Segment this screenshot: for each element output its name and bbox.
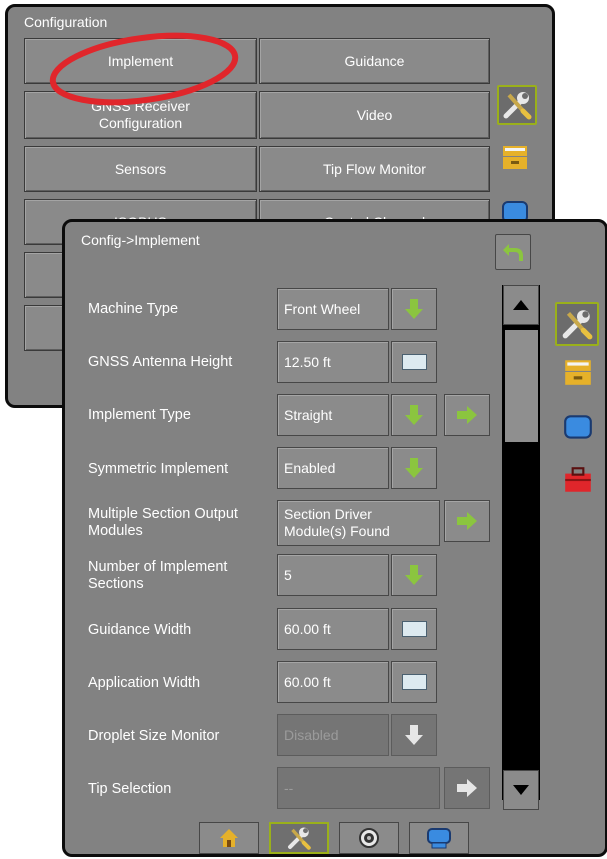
number-of-implement-sections-field[interactable]: 5: [277, 554, 389, 596]
video-button[interactable]: Video: [259, 91, 490, 139]
down-arrow-icon: [405, 458, 423, 478]
sensors-button[interactable]: Sensors: [24, 146, 257, 192]
red-toolbox-icon: [564, 466, 591, 492]
file-drawer-icon: [502, 145, 527, 169]
video-button-label: Video: [356, 106, 393, 123]
sensors-button-label: Sensors: [114, 160, 167, 177]
tools-icon: [562, 310, 593, 340]
droplet-size-monitor-field: Disabled: [277, 714, 389, 756]
camera-icon: [359, 828, 379, 848]
tip-selection-field: --: [277, 767, 440, 809]
application-width-field[interactable]: 60.00 ft: [277, 661, 389, 703]
keyboard-icon: [401, 354, 427, 370]
gnss-antenna-height-label: GNSS Antenna Height: [88, 354, 233, 370]
multiple-section-output-modules-next-button[interactable]: [444, 500, 490, 542]
multiple-section-output-modules-status: Section Driver Module(s) Found: [277, 500, 440, 546]
gnss-antenna-height-field[interactable]: 12.50 ft: [277, 341, 389, 383]
undo-arrow-icon: [503, 244, 523, 261]
tip-flow-monitor-button[interactable]: Tip Flow Monitor: [259, 146, 490, 192]
tip-selection-next-button: [444, 767, 490, 809]
number-of-implement-sections-label: Number of Implement Sections: [88, 559, 228, 592]
machine-type-label: Machine Type: [88, 301, 179, 317]
guidance-width-field[interactable]: 60.00 ft: [277, 608, 389, 650]
breadcrumb: Config->Implement: [81, 232, 200, 248]
tip-selection-label: Tip Selection: [88, 781, 172, 797]
application-width-keyboard[interactable]: [391, 661, 437, 703]
scrollbar-thumb[interactable]: [505, 330, 538, 442]
down-arrow-icon: [405, 725, 423, 745]
tools-menu-tab[interactable]: [561, 463, 594, 496]
right-arrow-icon: [457, 512, 477, 530]
tools-tab-front[interactable]: [555, 302, 599, 346]
machine-type-field[interactable]: Front Wheel: [277, 288, 389, 330]
down-arrow-icon: [405, 405, 423, 425]
guidance-button[interactable]: Guidance: [259, 38, 490, 84]
tools-icon: [503, 92, 532, 120]
blue-screen-icon: [563, 414, 592, 439]
data-tab-front[interactable]: [561, 355, 594, 388]
home-tab[interactable]: [199, 822, 259, 854]
file-drawer-icon: [564, 359, 591, 385]
symmetric-implement-field[interactable]: Enabled: [277, 447, 389, 489]
implement-type-field[interactable]: Straight: [277, 394, 389, 436]
droplet-size-monitor-dropdown: [391, 714, 437, 756]
annotation-ellipse: [49, 32, 239, 106]
home-icon: [220, 829, 238, 847]
scroll-down-button[interactable]: [503, 770, 539, 810]
up-triangle-icon: [513, 300, 529, 310]
configuration-footer-tab[interactable]: [269, 822, 329, 854]
machine-type-dropdown[interactable]: [391, 288, 437, 330]
tip-flow-monitor-button-label: Tip Flow Monitor: [323, 160, 426, 177]
guidance-button-label: Guidance: [344, 52, 405, 69]
symmetric-implement-label: Symmetric Implement: [88, 461, 229, 477]
symmetric-implement-dropdown[interactable]: [391, 447, 437, 489]
camera-tab[interactable]: [339, 822, 399, 854]
down-triangle-icon: [513, 785, 529, 795]
back-button[interactable]: [495, 234, 531, 270]
right-arrow-icon: [457, 779, 477, 797]
number-of-implement-sections-dropdown[interactable]: [391, 554, 437, 596]
down-arrow-icon: [405, 565, 423, 585]
console-tab-front[interactable]: [561, 411, 594, 444]
implement-type-label: Implement Type: [88, 407, 191, 423]
scroll-up-button[interactable]: [503, 285, 539, 325]
tools-tab[interactable]: [497, 85, 537, 125]
blue-screen-icon: [427, 828, 451, 849]
right-arrow-icon: [457, 406, 477, 424]
droplet-size-monitor-label: Droplet Size Monitor: [88, 728, 220, 744]
multiple-section-output-modules-label: Multiple Section Output Modules: [88, 506, 238, 539]
console-footer-tab[interactable]: [409, 822, 469, 854]
data-tab[interactable]: [498, 140, 531, 173]
application-width-label: Application Width: [88, 675, 201, 691]
implement-type-dropdown[interactable]: [391, 394, 437, 436]
implement-type-next-button[interactable]: [444, 394, 490, 436]
gnss-antenna-height-keyboard[interactable]: [391, 341, 437, 383]
keyboard-icon: [401, 674, 427, 690]
tools-icon: [288, 827, 311, 850]
keyboard-icon: [401, 621, 427, 637]
guidance-width-keyboard[interactable]: [391, 608, 437, 650]
guidance-width-label: Guidance Width: [88, 622, 192, 638]
down-arrow-icon: [405, 299, 423, 319]
